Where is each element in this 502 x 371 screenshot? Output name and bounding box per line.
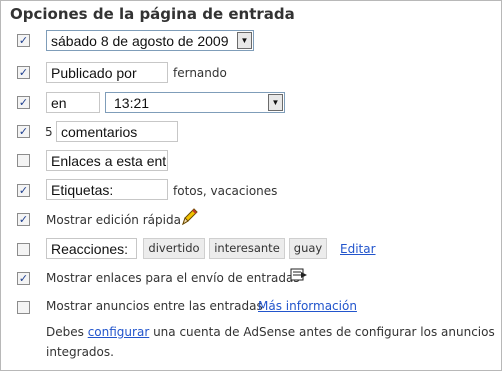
email-links-checkbox[interactable]: ✓ [17,272,30,285]
date-checkbox[interactable]: ✓ [17,34,30,47]
time-format-value: 13:21 [114,95,150,111]
time-checkbox[interactable]: ✓ [17,96,30,109]
post-page-options-panel: Opciones de la página de entrada ✓ sábad… [0,0,502,371]
email-links-label: Mostrar enlaces para el envío de entrada… [46,271,300,285]
configure-link[interactable]: configurar [88,325,150,339]
labels-checkbox[interactable]: ✓ [17,184,30,197]
comments-field[interactable]: comentarios [56,121,178,142]
note-prefix: Debes [46,325,84,339]
reaction-button-guay[interactable]: guay [289,238,327,259]
adsense-note-line1: Debes configurar una cuenta de AdSense a… [46,325,495,339]
reaction-button-interesante[interactable]: interesante [209,238,285,259]
backlinks-field[interactable]: Enlaces a esta entr [46,150,168,171]
panel-title: Opciones de la página de entrada [10,5,295,23]
labels-field[interactable]: Etiquetas: [46,179,168,200]
ads-label: Mostrar anuncios entre las entradas [46,299,263,313]
ads-checkbox[interactable]: ✓ [17,301,30,314]
labels-values: fotos, vacaciones [173,184,278,198]
quick-edit-checkbox[interactable]: ✓ [17,213,30,226]
date-format-value: sábado 8 de agosto de 2009 [51,33,229,49]
posted-by-checkbox[interactable]: ✓ [17,66,30,79]
reactions-field[interactable]: Reacciones: [46,238,137,259]
note-suffix: una cuenta de AdSense antes de configura… [153,325,495,339]
chevron-down-icon[interactable]: ▼ [237,32,252,49]
date-format-select[interactable]: sábado 8 de agosto de 2009 ▼ [46,30,254,51]
email-post-icon [290,268,307,281]
comments-count: 5 [45,125,53,139]
author-name: fernando [173,66,227,80]
reaction-button-divertido[interactable]: divertido [143,238,205,259]
time-prefix-field[interactable]: en [46,92,100,113]
quick-edit-label: Mostrar edición rápida [46,213,181,227]
pencil-icon [182,208,198,226]
more-info-link[interactable]: Más información [258,299,357,313]
adsense-note-line2: integrados. [46,345,114,359]
edit-reactions-link[interactable]: Editar [340,242,376,256]
reactions-checkbox[interactable]: ✓ [17,243,30,256]
backlinks-checkbox[interactable]: ✓ [17,154,30,167]
chevron-down-icon[interactable]: ▼ [268,94,283,111]
time-format-select[interactable]: 13:21 ▼ [105,92,285,113]
posted-by-field[interactable]: Publicado por [46,62,168,83]
comments-checkbox[interactable]: ✓ [17,125,30,138]
